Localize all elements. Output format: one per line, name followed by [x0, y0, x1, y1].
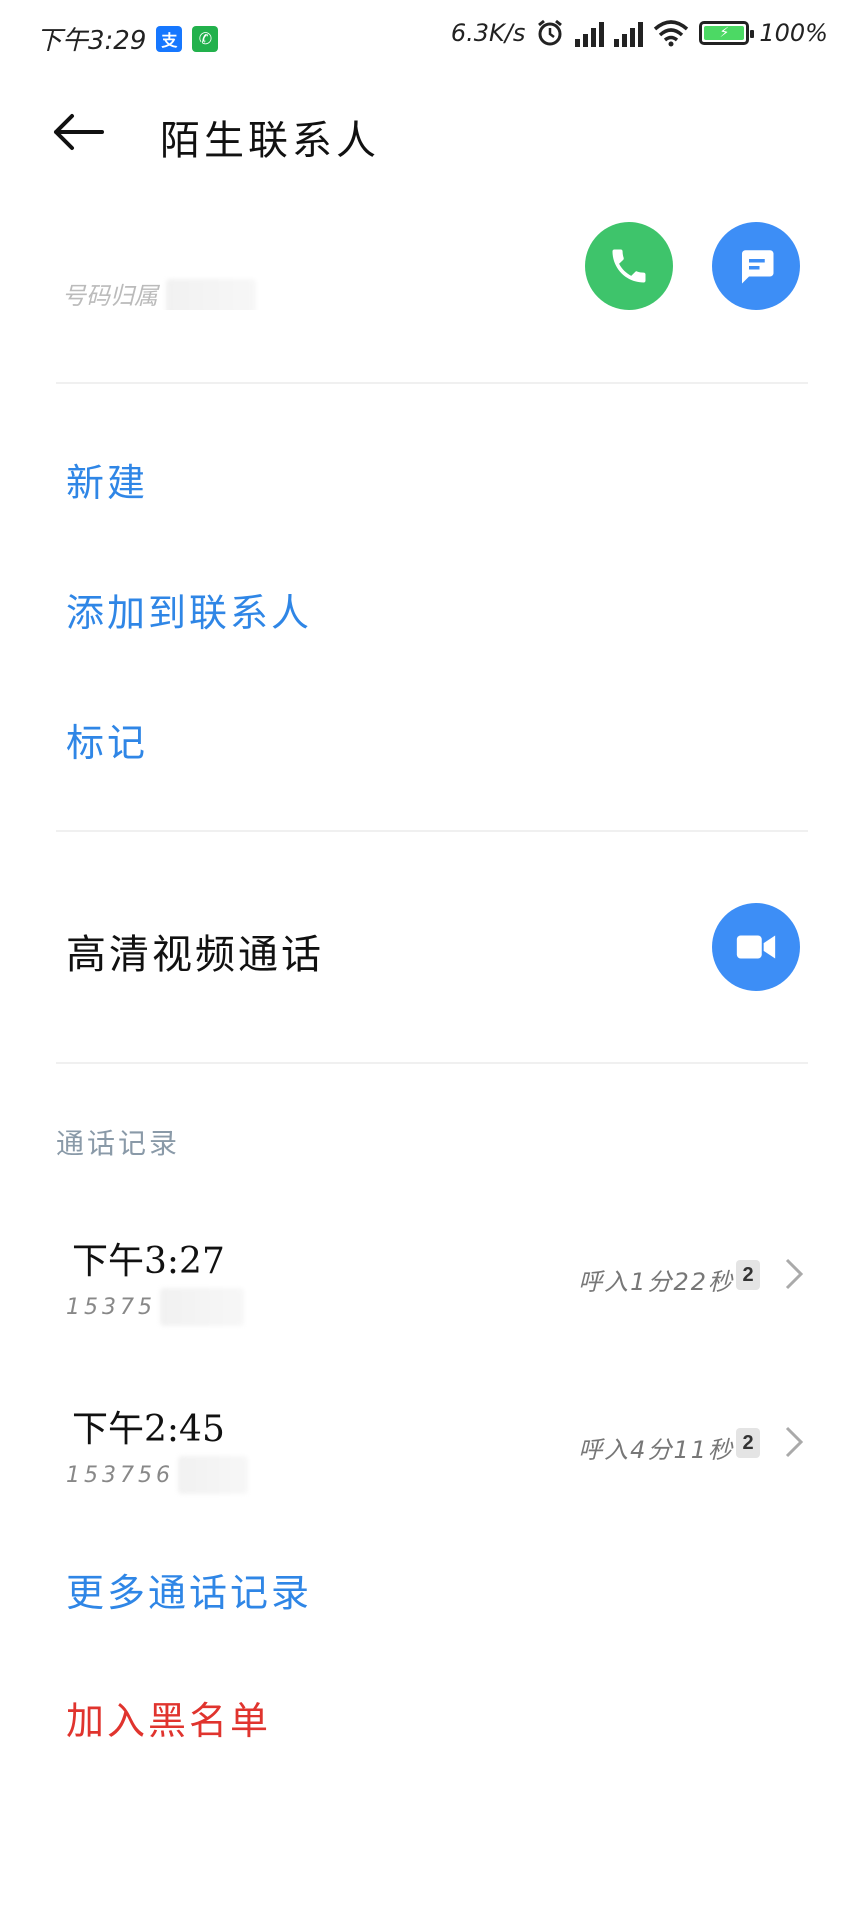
sim-badge: 2 — [736, 1428, 760, 1458]
status-time: 下午3:29 — [36, 26, 147, 56]
call-time: 下午2:45 — [72, 1409, 225, 1450]
new-contact-action[interactable]: 新建 — [66, 452, 148, 507]
call-log-entry[interactable]: 下午3:27 15375 呼入1分22秒 2 — [0, 1232, 864, 1362]
mark-action[interactable]: 标记 — [66, 712, 148, 767]
call-number: 15375 — [66, 1288, 244, 1326]
divider — [56, 830, 808, 832]
more-call-logs-action[interactable]: 更多通话记录 — [66, 1562, 312, 1617]
message-button[interactable] — [712, 222, 800, 310]
divider — [56, 382, 808, 384]
contact-number: 号码归属 — [62, 276, 262, 310]
contact-number-label: 号码归属 — [62, 282, 158, 310]
page-title: 陌生联系人 — [160, 118, 380, 164]
chevron-right-icon — [785, 1258, 804, 1290]
call-log-title: 通话记录 — [56, 1127, 181, 1160]
call-number-prefix: 15375 — [66, 1294, 156, 1320]
back-arrow-icon[interactable] — [50, 110, 106, 154]
call-time: 下午3:27 — [72, 1241, 225, 1282]
call-info: 呼入4分11秒 — [578, 1436, 734, 1464]
video-call-label: 高清视频通话 — [66, 932, 324, 978]
redacted-number — [165, 279, 256, 310]
redacted-number — [177, 1456, 248, 1494]
hd-signal-icon — [575, 19, 605, 47]
header: 陌生联系人 — [0, 90, 864, 170]
add-to-blacklist-action[interactable]: 加入黑名单 — [66, 1690, 271, 1745]
net-speed: 6.3K/s — [450, 19, 526, 47]
sim-badge: 2 — [736, 1260, 760, 1290]
status-left: 下午3:29 支 ✆ — [36, 20, 219, 57]
phone-notification-icon: ✆ — [192, 25, 219, 52]
divider — [56, 1062, 808, 1064]
battery-icon: ⚡ — [699, 21, 755, 45]
battery-level: 100% — [759, 19, 828, 47]
alarm-icon — [538, 19, 563, 46]
call-info: 呼入1分22秒 — [578, 1268, 734, 1296]
chevron-right-icon — [785, 1426, 804, 1458]
message-icon — [742, 250, 774, 284]
status-right: 6.3K/s ⚡ 100% — [451, 18, 828, 48]
status-bar: 下午3:29 支 ✆ 6.3K/s ⚡ 100% — [0, 0, 864, 72]
call-log-entry[interactable]: 下午2:45 153756 呼入4分11秒 2 — [0, 1400, 864, 1530]
call-number-prefix: 153756 — [66, 1462, 174, 1488]
video-camera-icon — [736, 935, 776, 959]
call-button[interactable] — [585, 222, 673, 310]
phone-icon — [612, 249, 646, 283]
hd-signal-icon-2 — [614, 19, 644, 47]
call-number: 153756 — [66, 1456, 248, 1494]
wifi-icon — [654, 20, 689, 47]
alipay-icon: 支 — [156, 25, 183, 52]
video-call-button[interactable] — [712, 903, 800, 991]
redacted-number — [160, 1288, 244, 1326]
add-to-contacts-action[interactable]: 添加到联系人 — [66, 582, 312, 637]
